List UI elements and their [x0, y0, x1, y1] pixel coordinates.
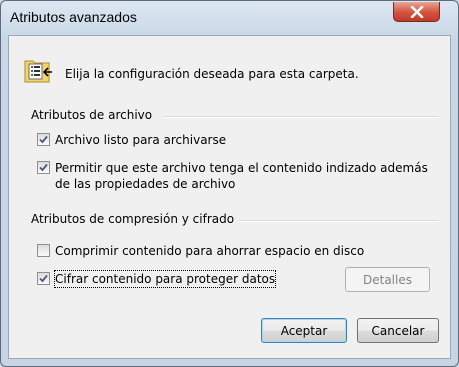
file-attributes-heading: Atributos de archivo: [31, 108, 153, 122]
encrypt-checkbox[interactable]: [37, 272, 50, 285]
window-title: Atributos avanzados: [10, 9, 137, 25]
compress-checkbox-row[interactable]: Comprimir contenido para ahorrar espacio…: [37, 243, 364, 259]
intro-text: Elija la configuración deseada para esta…: [65, 67, 359, 81]
folder-list-icon: [24, 60, 52, 83]
close-icon: [410, 5, 423, 18]
title-bar[interactable]: Atributos avanzados: [1, 1, 458, 35]
details-button[interactable]: Detalles: [345, 267, 430, 292]
compression-attributes-divider: [239, 220, 439, 222]
compression-attributes-heading: Atributos de compresión y cifrado: [31, 212, 235, 226]
advanced-attributes-dialog: Atributos avanzados Elija la configuraci…: [0, 0, 459, 367]
close-button[interactable]: [393, 2, 440, 22]
check-icon: [39, 135, 48, 144]
compress-checkbox-label: Comprimir contenido para ahorrar espacio…: [55, 244, 365, 258]
index-checkbox[interactable]: [37, 161, 50, 174]
dialog-body: Elija la configuración deseada para esta…: [8, 35, 451, 359]
index-checkbox-row[interactable]: Permitir que este archivo tenga el conte…: [37, 160, 435, 192]
archive-checkbox-label: Archivo listo para archivarse: [55, 133, 227, 147]
check-icon: [39, 163, 48, 172]
file-attributes-divider: [163, 116, 439, 118]
encrypt-checkbox-label: Cifrar contenido para proteger datos: [53, 270, 277, 288]
index-checkbox-label: Permitir que este archivo tenga el conte…: [55, 161, 428, 191]
compress-checkbox[interactable]: [37, 244, 50, 257]
ok-button[interactable]: Aceptar: [261, 318, 347, 343]
archive-checkbox-row[interactable]: Archivo listo para archivarse: [37, 132, 226, 148]
cancel-button[interactable]: Cancelar: [357, 318, 439, 343]
check-icon: [39, 274, 48, 283]
encrypt-checkbox-row[interactable]: Cifrar contenido para proteger datos: [37, 270, 277, 288]
archive-checkbox[interactable]: [37, 133, 50, 146]
